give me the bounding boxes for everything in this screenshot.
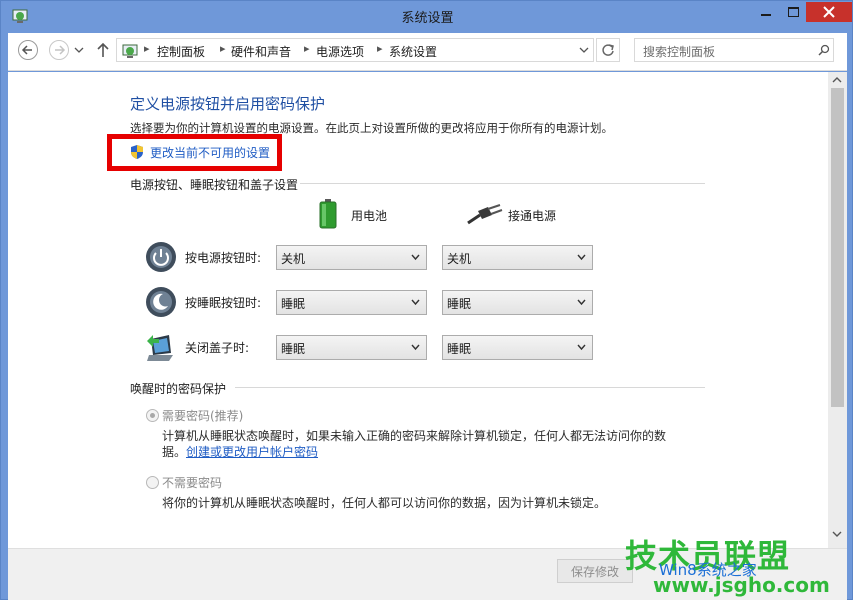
power-plug-icon — [467, 204, 503, 225]
chevron-down-icon — [411, 254, 420, 261]
search-input[interactable]: 搜索控制面板 — [634, 38, 834, 62]
breadcrumb-separator: ▸ — [304, 42, 310, 55]
sleep-button-label: 按睡眠按钮时: — [185, 296, 262, 310]
change-unavailable-settings-link[interactable]: 更改当前不可用的设置 — [150, 144, 270, 161]
sleep-button-icon — [146, 287, 176, 317]
sleep-button-plugged-select[interactable]: 睡眠 — [442, 290, 593, 315]
chevron-down-icon — [577, 254, 586, 261]
breadcrumb-separator: ▸ — [144, 42, 150, 55]
address-path[interactable]: ▸ 控制面板 ▸ 硬件和声音 ▸ 电源选项 ▸ 系统设置 — [116, 38, 594, 62]
laptop-lid-icon — [147, 335, 173, 361]
select-value: 睡眠 — [281, 297, 306, 311]
no-password-radio[interactable] — [146, 476, 159, 489]
breadcrumb-control-panel[interactable]: 控制面板 — [157, 43, 205, 60]
select-value: 睡眠 — [447, 297, 472, 311]
power-button-battery-select[interactable]: 关机 — [276, 245, 427, 270]
window-title: 系统设置 — [401, 11, 454, 26]
search-placeholder: 搜索控制面板 — [643, 45, 716, 59]
battery-icon — [319, 199, 337, 229]
watermark-logo: 技术员联盟 Win8系统之家 www.jsgho.com — [625, 531, 830, 599]
page-title: 定义电源按钮并启用密码保护 — [130, 95, 326, 113]
minimize-icon — [760, 14, 771, 16]
require-password-note: 计算机从睡眠状态唤醒时，如果未输入正确的密码来解除计算机锁定，任何人都无法访问你… — [162, 429, 667, 443]
search-icon — [818, 44, 830, 56]
breadcrumb-hardware-sound[interactable]: 硬件和声音 — [231, 43, 291, 60]
chevron-down-icon — [577, 299, 586, 306]
scroll-down-icon[interactable] — [832, 530, 842, 538]
minimize-button[interactable] — [752, 2, 779, 22]
title-bar: 系统设置 — [1, 1, 853, 33]
chevron-down-icon[interactable] — [577, 43, 591, 57]
address-bar: ▸ 控制面板 ▸ 硬件和声音 ▸ 电源选项 ▸ 系统设置 搜索控制面板 — [8, 33, 847, 71]
chevron-down-icon — [411, 299, 420, 306]
require-password-radio[interactable] — [146, 409, 159, 422]
maximize-icon — [787, 7, 799, 17]
refresh-icon — [602, 44, 614, 56]
power-button-label: 按电源按钮时: — [185, 251, 262, 265]
lid-close-plugged-select[interactable]: 睡眠 — [442, 335, 593, 360]
lid-close-battery-select[interactable]: 睡眠 — [276, 335, 427, 360]
close-button[interactable] — [806, 2, 852, 22]
refresh-button[interactable] — [596, 38, 620, 62]
no-password-label: 不需要密码 — [162, 476, 223, 490]
maximize-button[interactable] — [780, 2, 806, 22]
arrow-left-icon — [21, 45, 32, 55]
lid-close-label: 关闭盖子时: — [185, 341, 250, 355]
no-password-note: 将你的计算机从睡眠状态唤醒时，任何人都可以访问你的数据，因为计算机未锁定。 — [162, 496, 607, 510]
require-password-label: 需要密码(推荐) — [162, 409, 244, 423]
arrow-right-icon — [55, 45, 66, 55]
back-button[interactable] — [18, 40, 38, 60]
scrollbar-thumb[interactable] — [831, 88, 844, 407]
column-plugged-label: 接通电源 — [508, 209, 557, 223]
breadcrumb-separator: ▸ — [220, 42, 226, 55]
section-divider — [235, 387, 705, 388]
content-area: 定义电源按钮并启用密码保护 选择要为你的计算机设置的电源设置。在此页上对设置所做… — [8, 72, 828, 548]
select-value: 关机 — [281, 252, 306, 266]
window: 系统设置 ▸ 控制面板 ▸ 硬件和声音 ▸ 电源选项 ▸ 系统设置 搜索控制面板… — [0, 0, 853, 600]
sleep-button-battery-select[interactable]: 睡眠 — [276, 290, 427, 315]
recent-locations-chevron-icon[interactable] — [74, 45, 84, 55]
section-heading-buttons: 电源按钮、睡眠按钮和盖子设置 — [130, 178, 299, 192]
control-panel-icon — [122, 44, 138, 58]
chevron-down-icon — [411, 344, 420, 351]
arrow-up-icon[interactable] — [96, 41, 110, 59]
require-password-note-end: 据。 — [162, 445, 187, 459]
breadcrumb-power-options[interactable]: 电源选项 — [316, 43, 364, 60]
select-value: 睡眠 — [281, 342, 306, 356]
power-button-icon — [146, 242, 176, 272]
power-button-plugged-select[interactable]: 关机 — [442, 245, 593, 270]
select-value: 关机 — [447, 252, 472, 266]
chevron-down-icon — [577, 344, 586, 351]
section-heading-password: 唤醒时的密码保护 — [130, 382, 227, 396]
close-icon — [823, 6, 835, 18]
breadcrumb-separator: ▸ — [377, 42, 383, 55]
account-password-link[interactable]: 创建或更改用户帐户密码 — [186, 443, 318, 460]
scroll-up-icon[interactable] — [832, 76, 842, 84]
column-battery-label: 用电池 — [351, 209, 388, 223]
select-value: 睡眠 — [447, 342, 472, 356]
section-divider — [300, 183, 705, 184]
forward-button[interactable] — [49, 40, 69, 60]
breadcrumb-system-settings[interactable]: 系统设置 — [389, 43, 437, 60]
uac-shield-icon — [131, 145, 143, 159]
watermark-url: www.jsgho.com — [653, 573, 830, 597]
save-changes-button[interactable]: 保存修改 — [557, 559, 633, 583]
vertical-scrollbar[interactable] — [828, 72, 847, 548]
